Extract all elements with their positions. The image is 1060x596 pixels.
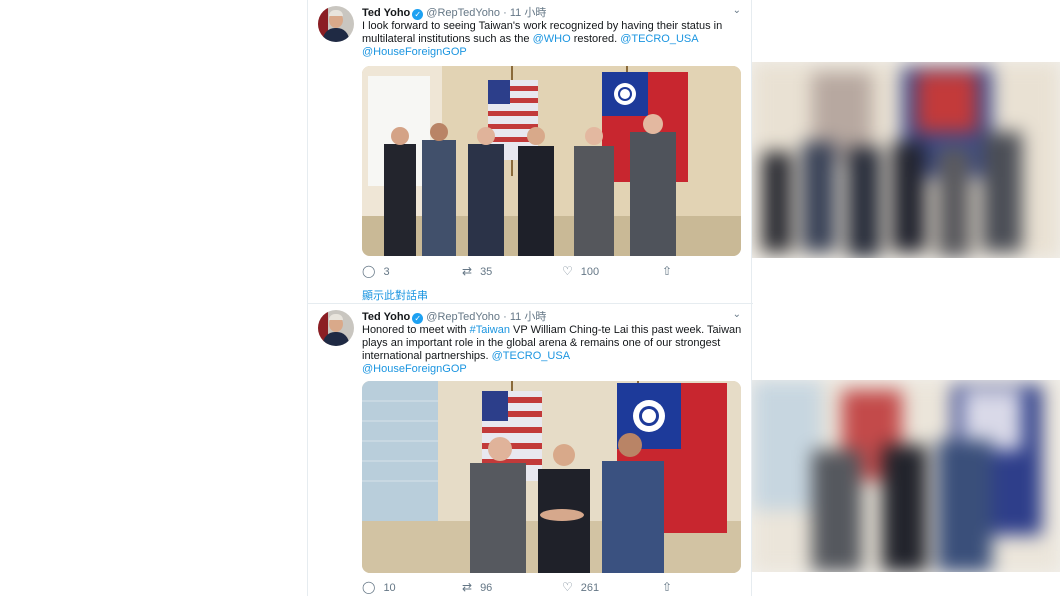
like-count: 100 [580, 266, 600, 278]
tweet-card[interactable]: Ted Yoho ✓ @RepTedYoho · 11 小時 ⌄ Honored t… [308, 304, 753, 596]
reply-button[interactable]: ◯ 10 [362, 580, 396, 594]
tweet-text-part: restored. [570, 33, 621, 45]
author-name[interactable]: Ted Yoho [362, 311, 410, 323]
tweet-text: Honored to meet with #Taiwan VP William … [362, 324, 746, 376]
screenshot-root: Ted Yoho ✓ @RepTedYoho · 11 小時 ⌄ I look fo… [0, 0, 1060, 596]
reply-icon: ◯ [362, 264, 376, 278]
retweet-count: 35 [480, 266, 493, 278]
tweet-header: Ted Yoho ✓ @RepTedYoho · 11 小時 [362, 6, 546, 20]
tweet-photo[interactable] [362, 381, 741, 573]
mention-link[interactable]: @TECRO_USA [620, 33, 698, 45]
tweet-card[interactable]: Ted Yoho ✓ @RepTedYoho · 11 小時 ⌄ I look fo… [308, 0, 753, 303]
verified-badge-icon: ✓ [412, 313, 424, 324]
tweet-photo[interactable] [362, 66, 741, 256]
mention-link[interactable]: @WHO [533, 33, 571, 45]
retweet-count: 96 [480, 582, 493, 594]
reply-count: 3 [383, 266, 390, 278]
heart-icon: ♡ [562, 580, 573, 594]
author-name[interactable]: Ted Yoho [362, 7, 410, 19]
mention-link[interactable]: @HouseForeignGOP [362, 46, 467, 58]
reply-count: 10 [383, 582, 396, 594]
tweet-feed: Ted Yoho ✓ @RepTedYoho · 11 小時 ⌄ I look fo… [307, 0, 753, 596]
chevron-down-icon[interactable]: ⌄ [733, 5, 741, 16]
mention-link[interactable]: @HouseForeignGOP [362, 363, 467, 375]
hashtag-link[interactable]: #Taiwan [470, 324, 510, 336]
tweet-actions: ◯ 3 ⇄ 35 ♡ 100 ⇧ [362, 264, 692, 278]
blurred-photo-bottom [752, 380, 1060, 572]
chevron-down-icon[interactable]: ⌄ [733, 309, 741, 320]
tweet-text-part: Honored to meet with [362, 324, 470, 336]
author-handle[interactable]: @RepTedYoho [426, 7, 500, 19]
author-handle[interactable]: @RepTedYoho [426, 311, 500, 323]
blurred-photo-top [752, 62, 1060, 258]
verified-badge-icon: ✓ [412, 9, 424, 20]
group-photo-image [362, 66, 741, 256]
show-thread-link[interactable]: 顯示此對話串 [362, 287, 428, 303]
heart-icon: ♡ [562, 264, 573, 278]
avatar[interactable] [318, 310, 354, 346]
share-button[interactable]: ⇧ [662, 264, 680, 278]
separator: · [503, 7, 507, 19]
share-icon: ⇧ [662, 264, 673, 278]
share-icon: ⇧ [662, 580, 673, 594]
share-button[interactable]: ⇧ [662, 580, 680, 594]
retweet-icon: ⇄ [462, 580, 473, 594]
tweet-header: Ted Yoho ✓ @RepTedYoho · 11 小時 [362, 310, 546, 324]
mention-link[interactable]: @TECRO_USA [492, 350, 570, 362]
like-button[interactable]: ♡ 100 [562, 264, 599, 278]
retweet-icon: ⇄ [462, 264, 473, 278]
reply-icon: ◯ [362, 580, 376, 594]
tweet-actions: ◯ 10 ⇄ 96 ♡ 261 ⇧ [362, 580, 692, 594]
like-count: 261 [580, 582, 600, 594]
avatar[interactable] [318, 6, 354, 42]
reply-button[interactable]: ◯ 3 [362, 264, 390, 278]
separator: · [503, 311, 507, 323]
tweet-text: I look forward to seeing Taiwan's work r… [362, 20, 746, 59]
retweet-button[interactable]: ⇄ 96 [462, 580, 492, 594]
retweet-button[interactable]: ⇄ 35 [462, 264, 492, 278]
like-button[interactable]: ♡ 261 [562, 580, 599, 594]
tweet-time[interactable]: 11 小時 [510, 7, 546, 19]
handshake-photo-image [362, 381, 741, 573]
tweet-time[interactable]: 11 小時 [510, 311, 546, 323]
